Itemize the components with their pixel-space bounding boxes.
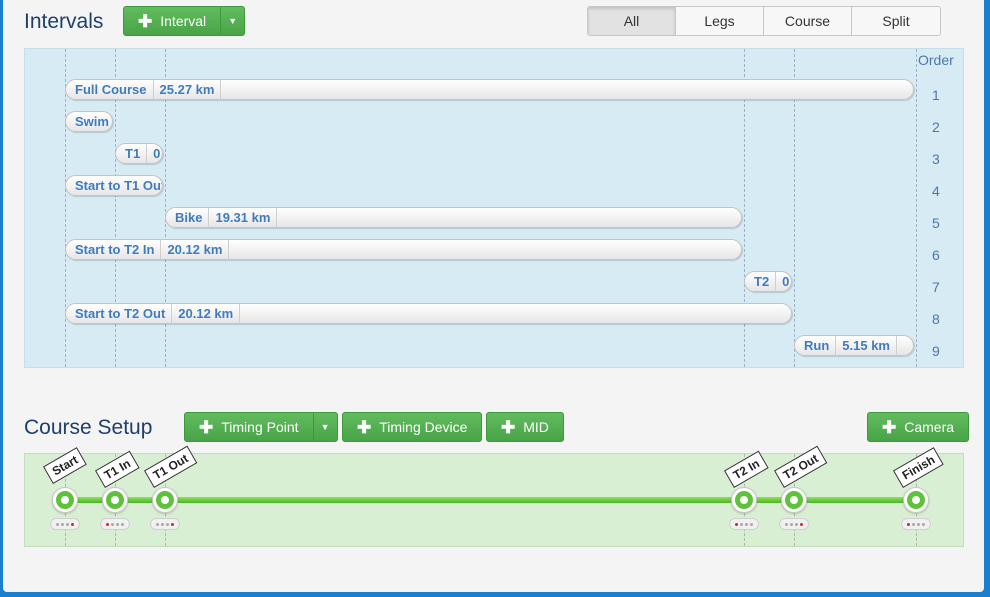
- interval-distance: 25.27 km: [152, 80, 222, 99]
- timing-point-label-t2-in[interactable]: T2 In: [724, 450, 769, 488]
- interval-filter-tabs: All Legs Course Split: [587, 6, 941, 36]
- timing-point-ring: [907, 491, 925, 509]
- plus-icon: ✚: [357, 417, 372, 437]
- timing-point-dropdown[interactable]: ▼: [312, 413, 337, 441]
- tab-legs[interactable]: Legs: [676, 7, 764, 35]
- interval-distance: 0: [775, 272, 791, 291]
- add-camera-button[interactable]: ✚ Camera: [867, 412, 970, 442]
- interval-name: Full Course: [75, 82, 147, 97]
- interval-name: T2: [754, 274, 770, 289]
- add-timing-device-button[interactable]: ✚ Timing Device: [342, 412, 483, 442]
- interval-name: Bike: [175, 210, 203, 225]
- order-number: 2: [932, 119, 940, 135]
- plus-icon: ✚: [138, 11, 153, 31]
- order-number: 4: [932, 183, 940, 199]
- device-status-t2-out[interactable]: [779, 518, 809, 530]
- interval-t1[interactable]: T1 0: [115, 143, 163, 164]
- add-interval-label: Interval: [160, 13, 207, 29]
- timing-point-t1-out[interactable]: [152, 487, 178, 513]
- interval-t2[interactable]: T2 0: [744, 271, 792, 292]
- timing-point-t2-in[interactable]: [731, 487, 757, 513]
- add-mid-main: ✚ MID: [487, 413, 563, 441]
- interval-bike[interactable]: Bike 19.31 km: [165, 207, 742, 228]
- order-number: 8: [932, 311, 940, 327]
- add-interval-main[interactable]: ✚ Interval: [124, 7, 220, 35]
- order-number: 1: [932, 87, 940, 103]
- interval-full-course[interactable]: Full Course 25.27 km: [65, 79, 914, 100]
- device-status-t1-out[interactable]: [150, 518, 180, 530]
- mid-label: MID: [523, 419, 549, 435]
- interval-distance: 20.12 km: [171, 304, 241, 323]
- interval-name: Start to T2 Out: [75, 306, 166, 321]
- order-number: 6: [932, 247, 940, 263]
- add-timing-point-button[interactable]: ✚ Timing Point ▼: [184, 412, 338, 442]
- interval-name: Start to T1 Out: [75, 178, 163, 193]
- tab-course[interactable]: Course: [764, 7, 852, 35]
- interval-swim[interactable]: Swim: [65, 111, 113, 132]
- interval-start-to-t2-out[interactable]: Start to T2 Out 20.12 km: [65, 303, 792, 324]
- course-setup-title: Course Setup: [24, 416, 153, 439]
- timing-point-ring: [785, 491, 803, 509]
- add-camera-main: ✚ Camera: [868, 413, 968, 441]
- add-mid-button[interactable]: ✚ MID: [486, 412, 564, 442]
- timing-point-label-finish[interactable]: Finish: [893, 447, 945, 488]
- timing-point-ring: [56, 491, 74, 509]
- timing-device-label: Timing Device: [379, 419, 468, 435]
- interval-run[interactable]: Run 5.15 km: [794, 335, 914, 356]
- interval-name: Swim: [75, 114, 109, 129]
- tab-all[interactable]: All: [588, 7, 676, 35]
- course-panel: Start T1 In T1 Out T2 In T2 Out Finish: [24, 445, 964, 547]
- add-timing-point-main[interactable]: ✚ Timing Point: [185, 413, 313, 441]
- timing-line-finish: [916, 49, 917, 367]
- timing-point-label: Timing Point: [221, 419, 299, 435]
- add-interval-dropdown[interactable]: ▼: [220, 7, 244, 35]
- interval-distance: 20.12 km: [160, 240, 230, 259]
- device-status-start[interactable]: [50, 518, 80, 530]
- caret-down-icon: ▼: [228, 16, 238, 26]
- add-timing-device-main: ✚ Timing Device: [343, 413, 481, 441]
- interval-distance: 5.15 km: [835, 336, 897, 355]
- device-status-t2-in[interactable]: [729, 518, 759, 530]
- order-header: Order: [918, 52, 954, 68]
- order-number: 7: [932, 279, 940, 295]
- timing-point-ring: [735, 491, 753, 509]
- device-status-t1-in[interactable]: [100, 518, 130, 530]
- timing-point-ring: [106, 491, 124, 509]
- timing-point-finish[interactable]: [903, 487, 929, 513]
- timing-point-t1-in[interactable]: [102, 487, 128, 513]
- timing-point-label-t1-in[interactable]: T1 In: [95, 450, 140, 488]
- plus-icon: ✚: [882, 417, 897, 437]
- intervals-panel: Order Full Course 25.27 km 1 Swim 2 T1 0…: [24, 48, 964, 368]
- add-interval-button[interactable]: ✚ Interval ▼: [123, 6, 246, 36]
- camera-label: Camera: [904, 419, 955, 435]
- interval-name: Start to T2 In: [75, 242, 155, 257]
- timing-point-label-t2-out[interactable]: T2 Out: [774, 445, 828, 488]
- plus-icon: ✚: [501, 417, 516, 437]
- interval-start-to-t1-out[interactable]: Start to T1 Out: [65, 175, 163, 196]
- timing-point-start[interactable]: [52, 487, 78, 513]
- interval-name: T1: [125, 146, 141, 161]
- timing-point-label-t1-out[interactable]: T1 Out: [144, 445, 198, 488]
- interval-start-to-t2-in[interactable]: Start to T2 In 20.12 km: [65, 239, 742, 260]
- interval-name: Run: [804, 338, 830, 353]
- order-number: 9: [932, 343, 940, 359]
- timing-point-t2-out[interactable]: [781, 487, 807, 513]
- plus-icon: ✚: [199, 417, 214, 437]
- device-status-finish[interactable]: [901, 518, 931, 530]
- tab-split[interactable]: Split: [852, 7, 940, 35]
- intervals-title: Intervals: [24, 10, 104, 33]
- app-frame: Intervals ✚ Interval ▼ All Legs Course S…: [3, 0, 984, 592]
- timing-point-ring: [156, 491, 174, 509]
- interval-distance: 19.31 km: [208, 208, 278, 227]
- order-number: 5: [932, 215, 940, 231]
- interval-distance: 0: [146, 144, 162, 163]
- caret-down-icon: ▼: [320, 422, 330, 432]
- order-number: 3: [932, 151, 940, 167]
